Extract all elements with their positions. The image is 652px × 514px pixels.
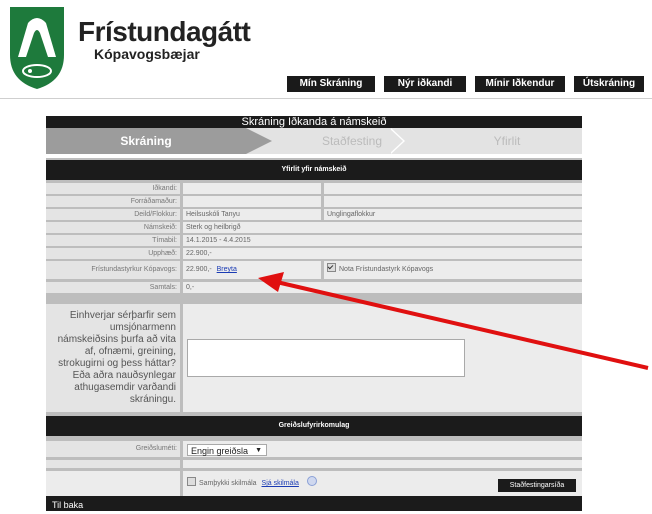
nav-min-skraning[interactable]: Mín Skráning [287, 76, 375, 92]
terms-label: Samþykki skilmála [199, 480, 257, 487]
spacer-value [183, 460, 582, 468]
row-value-forradamadur [183, 196, 321, 207]
notes-cell [183, 304, 582, 412]
row-value-upphaed: 22.900,- [183, 248, 582, 259]
row-label-upphaed: Upphæð: [46, 248, 180, 259]
overview-header: Yfirlit yfir námskeið [46, 160, 582, 180]
row-value-idkandi [183, 183, 321, 194]
use-styrkur-checkbox[interactable] [327, 263, 336, 272]
row-label-forradamadur: Forráðamaður: [46, 196, 180, 207]
step-stadfesting: Staðfesting [321, 134, 383, 148]
fristundastyrkur-amount: 22.900,- [186, 266, 212, 273]
row-value-namskeid: Sterk og heilbrigð [183, 222, 582, 233]
kopavogur-crest-icon [10, 7, 64, 89]
notes-label: Einhverjar sérþarfir sem umsjónarmenn ná… [46, 304, 180, 412]
row-value-forradamadur-extra [324, 196, 582, 207]
registration-form: Yfirlit yfir námskeið Iðkandi: Forráðama… [46, 158, 582, 496]
notes-textarea[interactable] [187, 339, 465, 377]
info-icon[interactable] [306, 476, 317, 486]
step-divider-inner [389, 128, 403, 154]
confirm-button[interactable]: Staðfestingarsíða [498, 479, 576, 492]
use-styrkur-label: Nota Frístundastyrk Kópavogs [339, 266, 434, 273]
nav-minir-idkendur[interactable]: Mínir Iðkendur [475, 76, 565, 92]
step-yfirlit: Yfirlit [493, 134, 521, 148]
nav-utskraning[interactable]: Útskráning [574, 76, 644, 92]
terms-checkbox[interactable] [187, 477, 196, 486]
row-value-samtals: 0,- [183, 282, 582, 293]
brand-title: Frístundagátt [78, 16, 251, 47]
page-title: Skráning Iðkanda á námskeið [46, 116, 582, 128]
step-skraning: Skráning [46, 128, 246, 154]
payment-method-select[interactable]: Engin greiðsla ▼ [187, 444, 267, 456]
row-label-samtals: Samtals: [46, 282, 180, 293]
payment-header: Greiðslufyrirkomulag [46, 416, 582, 436]
row-value-flokkur: Unglingaflokkur [324, 209, 582, 220]
terms-spacer [46, 471, 180, 496]
header-divider [0, 98, 652, 99]
row-value-fristundastyrkur: 22.900,- Breyta [183, 261, 321, 279]
payment-label: Greiðsluméti: [46, 441, 180, 457]
row-label-deild: Deild/Flokkur: [46, 209, 180, 220]
row-value-timabil: 14.1.2015 - 4.4.2015 [183, 235, 582, 246]
row-label-fristundastyrkur: Frístundastyrkur Kópavogs: [46, 261, 180, 279]
back-link[interactable]: Til baka [46, 496, 582, 511]
row-value-idkandi-extra [324, 183, 582, 194]
nav-nyr-idkandi[interactable]: Nýr iðkandi [384, 76, 466, 92]
row-label-timabil: Tímabil: [46, 235, 180, 246]
row-value-deild: Heilsuskóli Tanyu [183, 209, 321, 220]
use-styrkur-cell: Nota Frístundastyrk Kópavogs [324, 261, 582, 279]
terms-link[interactable]: Sjá skilmála [262, 480, 299, 487]
payment-method-value: Engin greiðsla [191, 446, 249, 456]
step-arrow [246, 128, 272, 154]
breyta-link[interactable]: Breyta [217, 266, 237, 273]
spacer-label [46, 460, 180, 468]
chevron-down-icon: ▼ [255, 447, 262, 454]
brand-subtitle: Kópavogsbæjar [94, 46, 200, 62]
progress-steps: Skráning Staðfesting Yfirlit [46, 128, 582, 154]
row-label-namskeid: Námskeið: [46, 222, 180, 233]
row-label-idkandi: Iðkandi: [46, 183, 180, 194]
